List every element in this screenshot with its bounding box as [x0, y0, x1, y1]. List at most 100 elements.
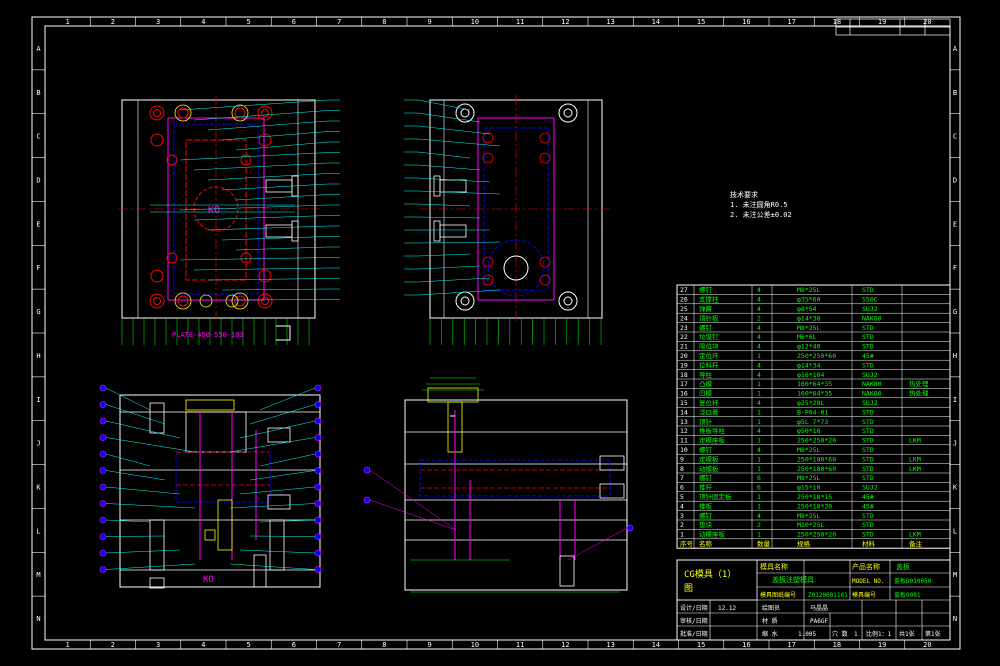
balloon-marker	[99, 401, 107, 408]
value-part-no: 盖板0001	[894, 591, 921, 599]
bom-cell-name: 定模板	[699, 454, 719, 463]
bom-cell-no: 14	[680, 408, 688, 416]
bom-cell-spec: 160*64*35	[797, 390, 832, 398]
bom-cell-qty: 1	[757, 418, 761, 426]
label-drafter: 绘图员	[762, 604, 780, 612]
balloon-marker	[314, 533, 322, 540]
bom-cell-name: 浇口套	[699, 407, 719, 416]
bom-cell-remark: LKM	[909, 455, 921, 463]
zone-letter-left: N	[36, 615, 40, 623]
bom-cell-no: 20	[680, 352, 688, 360]
zone-number-bottom: 13	[606, 641, 614, 649]
balloon-marker	[314, 566, 322, 573]
bom-cell-no: 序号	[680, 539, 694, 548]
label-designer: 设计/日期	[680, 604, 708, 612]
bom-cell-spec: φ12*40	[797, 343, 821, 351]
zone-letter-left: I	[36, 396, 40, 404]
bom-cell-qty: 6	[757, 484, 761, 492]
zone-number-bottom: 1	[66, 641, 70, 649]
bom-cell-no: 15	[680, 399, 688, 407]
bom-cell-spec: φ25*28L	[797, 399, 824, 407]
bom-cell-name: 推板导柱	[699, 426, 726, 435]
bom-cell-spec: M8*25L	[797, 446, 821, 454]
label-checker: 审核/日期	[680, 617, 708, 625]
bom-cell-name: 动模座板	[699, 530, 726, 539]
bom-cell-remark: 热处理	[909, 389, 929, 398]
zone-number-bottom: 10	[471, 641, 479, 649]
label-shrink: 缩 水	[762, 630, 778, 638]
label-cavity: 穴 数	[832, 630, 848, 638]
zone-letter-left: F	[36, 264, 40, 272]
bom-cell-no: 3	[680, 512, 684, 520]
bom-cell-spec: φ35*60	[797, 296, 821, 304]
zone-number-bottom: 19	[878, 641, 886, 649]
bom-cell-name: 螺钉	[699, 473, 713, 482]
bom-cell-material: SUJ2	[862, 399, 878, 407]
bom-cell-material: STD	[862, 474, 874, 482]
bom-cell-name: 螺钉	[699, 323, 713, 332]
bom-cell-no: 11	[680, 437, 688, 445]
bom-cell-name: 名称	[699, 539, 713, 548]
zone-number-bottom: 17	[787, 641, 795, 649]
balloon-marker	[314, 450, 322, 458]
bom-cell-no: 13	[680, 418, 688, 426]
zone-letter-left: B	[36, 89, 40, 97]
bom-cell-qty: 4	[757, 333, 761, 341]
bom-cell-no: 18	[680, 371, 688, 379]
bom-cell-material: 材料	[862, 539, 876, 548]
zone-number-bottom: 16	[742, 641, 750, 649]
bom-cell-material: STD	[862, 418, 874, 426]
bom-cell-material: STD	[862, 521, 874, 529]
bom-cell-spec: M8*25L	[797, 512, 821, 520]
bom-cell-qty: 1	[757, 493, 761, 501]
bom-cell-material: STD	[862, 286, 874, 294]
zone-letter-left: G	[36, 308, 40, 316]
bom-cell-spec: φ14*38	[797, 314, 821, 322]
bom-cell-material: NAK80	[862, 390, 882, 398]
bom-cell-qty: 4	[757, 305, 761, 313]
bom-cell-material: STD	[862, 446, 874, 454]
bom-cell-spec: 250*18*15	[797, 493, 832, 501]
zone-number-top: 14	[652, 18, 660, 26]
bom-cell-qty: 1	[757, 437, 761, 445]
bom-cell-spec: M6*6L	[797, 333, 817, 341]
bom-cell-qty: 1	[757, 455, 761, 463]
bom-cell-name: 凹模	[699, 389, 713, 398]
bom-cell-material: SUJ2	[862, 305, 878, 313]
value-mold-drawing-no: Z0120001101	[808, 592, 848, 599]
bom-cell-no: 24	[680, 314, 688, 322]
zone-letter-right: G	[953, 308, 957, 316]
bom-cell-no: 12	[680, 427, 688, 435]
bom-cell-name: 复位杆	[699, 398, 719, 407]
bom-cell-material: SUJ2	[862, 371, 878, 379]
bom-cell-remark: LKM	[909, 465, 921, 473]
balloon-marker	[314, 434, 322, 441]
zone-number-top: 17	[787, 18, 795, 26]
bom-cell-material: STD	[862, 408, 874, 416]
zone-number-bottom: 14	[652, 641, 660, 649]
balloon-marker	[314, 401, 322, 408]
section-ko-label: KO	[203, 575, 214, 585]
zone-letter-left: D	[36, 177, 40, 185]
bom-cell-qty: 4	[757, 427, 761, 435]
value-shrink: 1.005	[798, 631, 816, 638]
bom-cell-material: STD	[862, 324, 874, 332]
zone-number-top: 13	[606, 18, 614, 26]
bom-cell-spec: φ14*34	[797, 361, 821, 369]
bom-cell-no: 9	[680, 455, 684, 463]
bom-cell-qty: 4	[757, 512, 761, 520]
bom-cell-material: NAK80	[862, 380, 882, 388]
balloon-marker	[99, 516, 107, 524]
note-line-1: 1. 未注圆角R0.5	[730, 200, 788, 209]
balloon-marker	[314, 500, 322, 507]
bom-cell-name: 支撑柱	[699, 295, 719, 304]
bom-cell-qty: 1	[757, 408, 761, 416]
balloon-marker	[363, 466, 371, 474]
bom-cell-name: 螺钉	[699, 285, 713, 294]
value-material: PA6GF	[810, 618, 828, 625]
zone-number-bottom: 7	[337, 641, 341, 649]
bom-cell-spec: 250*180*60	[797, 455, 836, 463]
bom-cell-spec: 250*250*60	[797, 352, 836, 360]
bom-cell-no: 23	[680, 324, 688, 332]
zone-number-bottom: 20	[923, 641, 931, 649]
